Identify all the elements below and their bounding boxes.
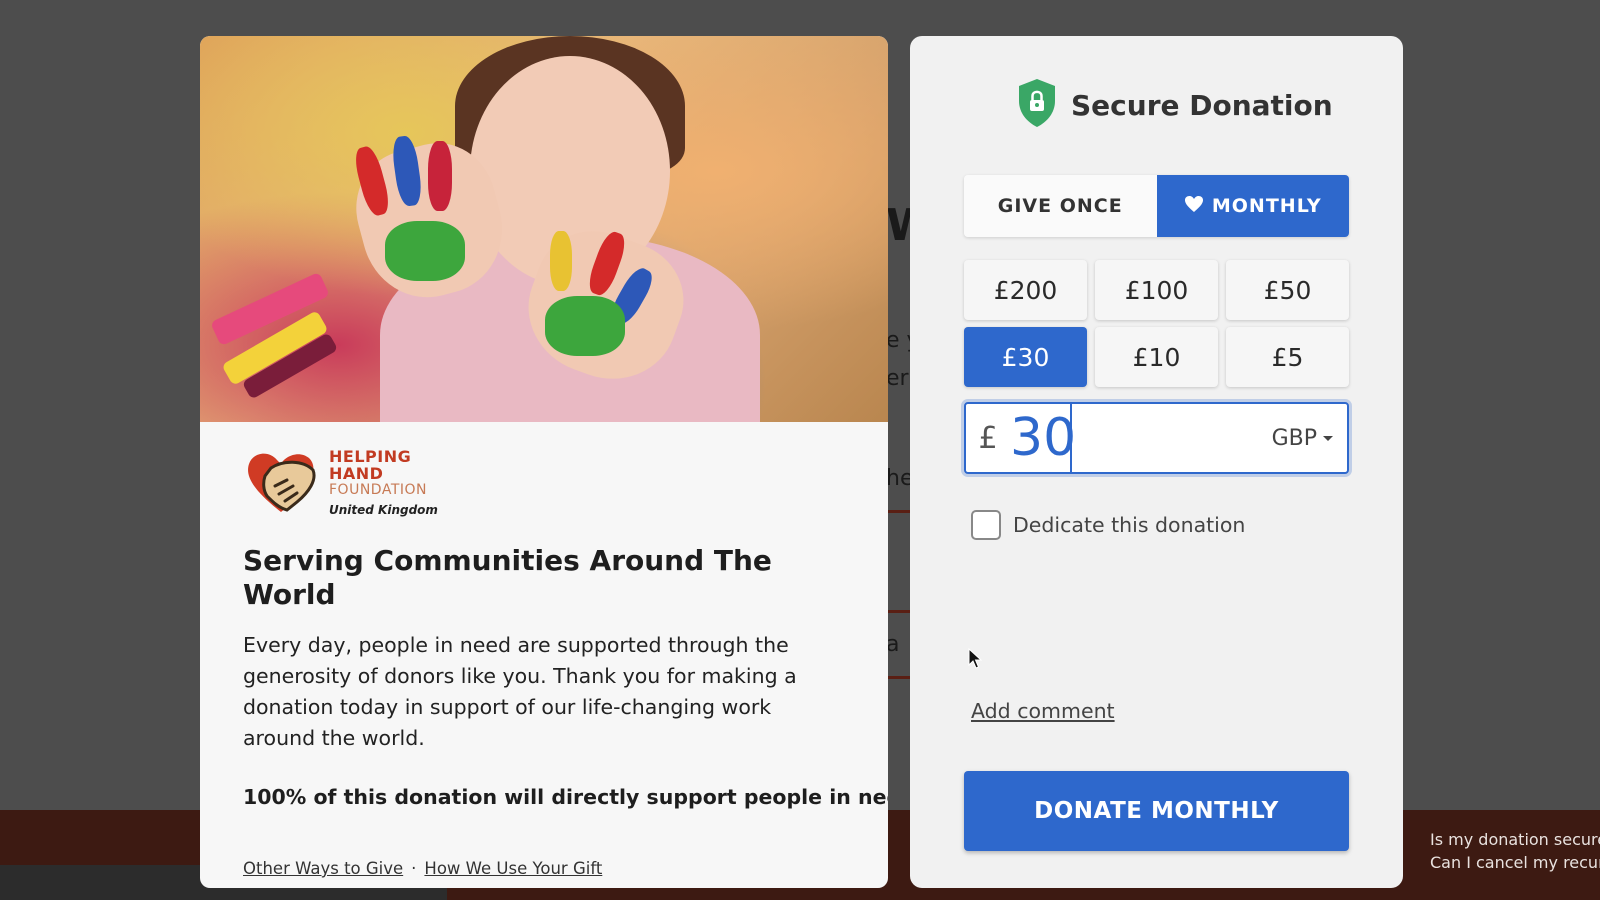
impact-statement: 100% of this donation will directly supp… [243, 785, 888, 809]
logo-line: HAND [329, 464, 384, 483]
amount-option[interactable]: £10 [1095, 327, 1218, 387]
frequency-toggle: GIVE ONCE MONTHLY [964, 175, 1349, 237]
form-header: Secure Donation [1015, 77, 1333, 133]
dedicate-checkbox[interactable] [971, 510, 1001, 540]
form-title: Secure Donation [1071, 88, 1333, 122]
donation-form: Secure Donation GIVE ONCE MONTHLY £200 £… [910, 36, 1403, 888]
shield-lock-icon [1015, 77, 1059, 133]
currency-select[interactable]: GBP [1272, 426, 1333, 451]
monthly-label: MONTHLY [1211, 195, 1322, 217]
amount-option[interactable]: £100 [1095, 260, 1218, 320]
currency-symbol: £ [978, 420, 998, 456]
foundation-logo: HELPING HAND FOUNDATION United Kingdom [243, 446, 845, 524]
currency-code: GBP [1271, 425, 1317, 451]
how-we-use-link[interactable]: How We Use Your Gift [424, 859, 602, 878]
footer-links: Other Ways to Give · How We Use Your Gif… [243, 859, 845, 878]
monthly-button[interactable]: MONTHLY [1156, 175, 1349, 237]
add-comment-link[interactable]: Add comment [971, 699, 1115, 723]
logo-line: FOUNDATION [329, 482, 427, 498]
card-title: Serving Communities Around The World [243, 544, 772, 611]
background-text-fragment: a [886, 632, 900, 657]
background-divider [886, 510, 910, 513]
heart-handshake-icon [243, 446, 319, 516]
heart-icon [1184, 195, 1204, 218]
faq-item[interactable]: Can I cancel my recur [1430, 851, 1600, 874]
card-description: Every day, people in need are supported … [243, 633, 797, 750]
faq-item[interactable]: Is my donation secure [1430, 828, 1600, 851]
amount-options: £200 £100 £50 £30 £10 £5 [964, 260, 1349, 387]
custom-amount-field[interactable]: £ 30 GBP [964, 402, 1349, 474]
donate-monthly-button[interactable]: DONATE MONTHLY [964, 771, 1349, 851]
logo-line: HELPING [329, 447, 412, 466]
amount-option-selected[interactable]: £30 [964, 327, 1087, 387]
dedicate-row: Dedicate this donation [971, 510, 1245, 540]
chevron-down-icon [1323, 435, 1333, 441]
give-once-label: GIVE ONCE [997, 195, 1123, 217]
hero-image [200, 36, 888, 422]
background-faq: Is my donation secure Can I cancel my re… [1430, 828, 1600, 874]
logo-region: United Kingdom [329, 503, 438, 517]
amount-input[interactable]: 30 [1010, 404, 1076, 472]
amount-option[interactable]: £50 [1226, 260, 1349, 320]
background-divider [886, 676, 910, 679]
background-divider [886, 610, 910, 613]
amount-option[interactable]: £5 [1226, 327, 1349, 387]
mouse-pointer-icon [968, 647, 983, 674]
background-text-fragment: er [886, 366, 909, 391]
link-separator: · [411, 859, 417, 878]
dedicate-label[interactable]: Dedicate this donation [1013, 513, 1245, 537]
campaign-card: HELPING HAND FOUNDATION United Kingdom S… [200, 36, 888, 888]
amount-option[interactable]: £200 [964, 260, 1087, 320]
give-once-button[interactable]: GIVE ONCE [964, 175, 1157, 237]
other-ways-link[interactable]: Other Ways to Give [243, 859, 403, 878]
